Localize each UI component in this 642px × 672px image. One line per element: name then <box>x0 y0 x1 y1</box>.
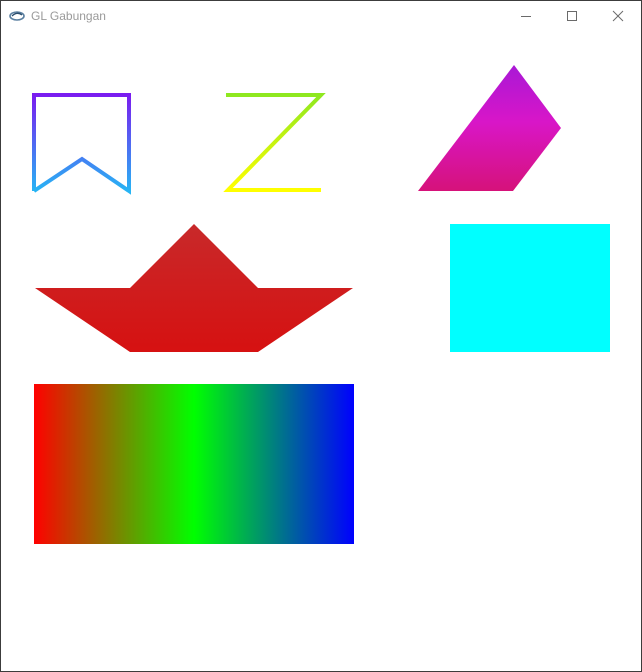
gl-canvas[interactable] <box>1 31 641 671</box>
app-icon <box>9 11 25 21</box>
close-button[interactable] <box>595 1 641 31</box>
app-window: GL Gabungan <box>0 0 642 672</box>
window-title: GL Gabungan <box>31 9 106 23</box>
parallelogram-shape <box>418 65 561 191</box>
title-bar[interactable]: GL Gabungan <box>1 1 641 31</box>
letter-z-shape <box>223 93 326 192</box>
rgb-gradient-rectangle <box>34 384 354 544</box>
bookmark-outline-shape <box>32 93 131 195</box>
maximize-button[interactable] <box>549 1 595 31</box>
minimize-button[interactable] <box>503 1 549 31</box>
minimize-icon <box>521 16 531 17</box>
boat-shape <box>35 224 353 352</box>
close-icon <box>612 10 624 22</box>
maximize-icon <box>567 11 577 21</box>
cyan-rectangle <box>450 224 610 352</box>
